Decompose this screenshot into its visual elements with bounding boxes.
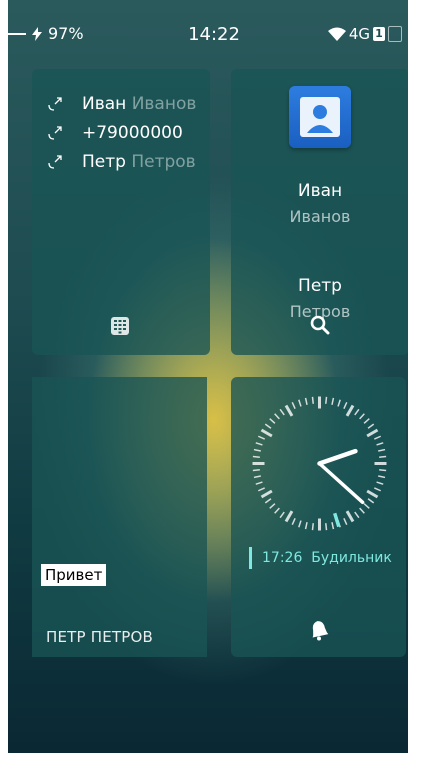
screen-frame-left — [0, 0, 8, 761]
clock-tick — [311, 396, 314, 404]
message-preview: Привет — [41, 564, 107, 586]
clock-tick — [366, 428, 379, 438]
clock-tick — [311, 523, 314, 531]
clock-tick — [376, 442, 384, 446]
clock-tick — [257, 435, 265, 440]
clock-tick — [363, 418, 370, 424]
clock-tick — [325, 396, 328, 404]
contact-first-name[interactable]: Петр — [231, 276, 409, 296]
clock-tick — [359, 413, 365, 420]
clock-minute-hand — [317, 461, 365, 505]
contact-first-name[interactable]: Иван — [231, 181, 409, 201]
screen-frame-bottom — [0, 753, 428, 761]
clock-tick — [343, 401, 348, 409]
clock-tick — [337, 399, 341, 407]
clock-tick — [274, 507, 280, 514]
outgoing-call-icon — [48, 96, 62, 111]
screen-frame-right — [408, 0, 428, 761]
clock-tick — [379, 469, 387, 472]
contact-last-name: Иванов — [289, 207, 351, 226]
recent-call-item[interactable]: Иван Иванов — [32, 89, 210, 118]
call-number: +79000000 — [82, 122, 183, 143]
clock-tick — [284, 510, 294, 523]
clock-tick — [269, 503, 276, 509]
clock-tick — [291, 401, 296, 409]
clock-tick — [367, 423, 375, 429]
clock-tick — [331, 522, 335, 530]
clock-tick — [264, 423, 272, 429]
clock-tick — [378, 475, 386, 479]
call-last-name: Иванов — [131, 93, 197, 114]
network-indicators: 4G 1 — [327, 25, 402, 43]
status-bar: 97% 14:22 4G 1 — [0, 0, 428, 58]
clock-tick — [354, 408, 360, 416]
call-first-name: Иван — [82, 93, 127, 114]
call-last-name: Петров — [131, 151, 196, 172]
clock-tick — [374, 435, 382, 440]
recent-calls-list: Иван Иванов +79000000 Петр Петров — [32, 89, 210, 176]
clock-tick — [354, 511, 360, 519]
alarm-time: 17:26 — [262, 550, 303, 566]
clock-tick — [252, 469, 260, 472]
alarm-dial-marker — [333, 512, 341, 528]
clock-tick — [260, 489, 273, 499]
clock-tick — [363, 503, 370, 509]
clock-tick — [255, 442, 263, 446]
contact-avatar — [289, 86, 351, 148]
message-sender: ПЕТР ПЕТРОВ — [46, 628, 153, 646]
clock-hour-hand — [317, 448, 358, 466]
call-first-name: Петр — [82, 151, 126, 172]
clock-tick — [359, 507, 365, 514]
bell-icon[interactable] — [309, 619, 329, 641]
clock-tile[interactable]: 17:26 Будильник — [231, 377, 406, 657]
clock-tick — [366, 489, 379, 499]
clock-tick — [253, 448, 261, 452]
recent-call-item[interactable]: Петр Петров — [32, 147, 210, 176]
wifi-icon — [327, 27, 346, 41]
clock-tick — [304, 397, 308, 405]
clock-tick — [345, 510, 355, 523]
clock-tick — [379, 455, 387, 458]
sim-icon: 1 — [373, 27, 385, 41]
clock-tick — [367, 498, 375, 504]
message-tile[interactable]: Привет ПЕТР ПЕТРОВ — [32, 377, 207, 657]
clock-tick — [298, 520, 302, 528]
clock-tick — [279, 408, 285, 416]
alarm-indicator-bar — [249, 547, 252, 569]
clock-tick — [374, 487, 382, 492]
sim2-icon — [388, 26, 402, 42]
clock-tick — [378, 448, 386, 452]
clock-tick — [252, 455, 260, 458]
recent-call-item[interactable]: +79000000 — [32, 118, 210, 147]
clock-tick — [253, 475, 261, 479]
clock-tick — [304, 522, 308, 530]
alarm-row[interactable]: 17:26 Будильник — [249, 547, 392, 569]
clock-tick — [274, 413, 280, 420]
clock-tick — [376, 481, 384, 485]
clock-tick — [260, 428, 273, 438]
clock-tick — [331, 397, 335, 405]
clock-tick — [269, 418, 276, 424]
clock-tick — [291, 518, 296, 526]
outgoing-call-icon — [48, 125, 62, 140]
clock-tick — [279, 511, 285, 519]
recent-calls-tile[interactable]: Иван Иванов +79000000 Петр Петров — [32, 69, 210, 355]
alarm-label: Будильник — [311, 550, 392, 566]
dialpad-icon[interactable] — [110, 316, 130, 336]
clock-tick — [284, 404, 294, 417]
clock-tick — [255, 481, 263, 485]
contacts-tile[interactable]: Иван Иванов Петр Петров — [231, 69, 409, 355]
clock-tick — [325, 523, 328, 531]
network-type: 4G — [348, 25, 370, 43]
outgoing-call-icon — [48, 154, 62, 169]
clock-tick — [257, 487, 265, 492]
clock-tick — [343, 518, 348, 526]
clock-tick — [345, 404, 355, 417]
clock-tick — [264, 498, 272, 504]
person-icon — [300, 97, 340, 137]
clock-tick — [298, 399, 302, 407]
search-icon[interactable] — [310, 315, 330, 335]
analog-clock — [252, 396, 387, 531]
